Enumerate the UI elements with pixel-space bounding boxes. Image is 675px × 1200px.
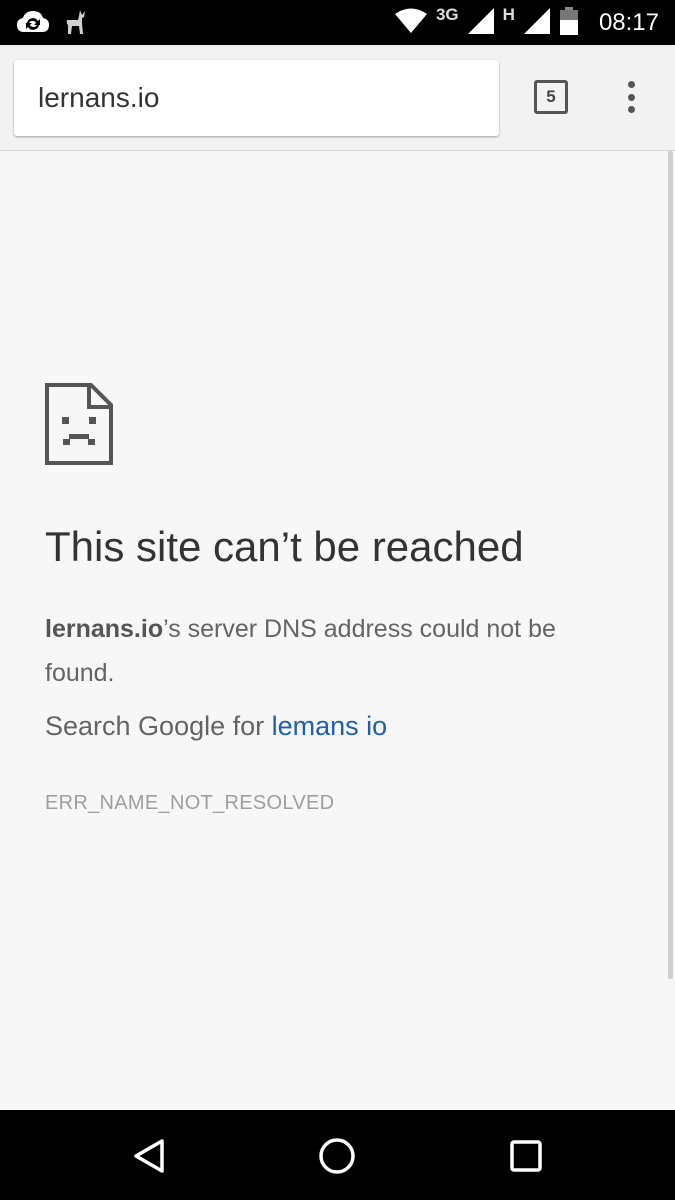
more-vert-icon[interactable] (620, 77, 642, 117)
network-type-h: H (502, 5, 515, 24)
clock: 08:17 (598, 9, 659, 36)
scrollbar[interactable] (668, 151, 673, 979)
error-code: ERR_NAME_NOT_RESOLVED (45, 792, 335, 814)
navigation-bar (0, 1110, 675, 1200)
search-google-link[interactable]: lemans io (272, 711, 388, 741)
signal-h-icon (523, 7, 551, 40)
status-bar: 3G H 08:17 (0, 0, 675, 45)
network-type-3g: 3G (435, 5, 459, 24)
url-text: lernans.io (38, 82, 160, 113)
error-title: This site can’t be reached (45, 523, 524, 570)
recents-icon[interactable] (505, 1135, 547, 1177)
deer-icon (62, 8, 90, 41)
tab-count: 5 (546, 87, 556, 106)
search-suggestion: Search Google for lemans io (45, 711, 387, 742)
wifi-icon (394, 8, 428, 39)
signal-3g-icon (467, 7, 495, 40)
search-prefix: Search Google for (45, 711, 272, 741)
tab-switcher-button[interactable]: 5 (534, 80, 568, 114)
back-icon[interactable] (128, 1135, 170, 1177)
cloud-sync-icon (16, 8, 50, 41)
error-page: This site can’t be reached lernans.io’s … (0, 151, 675, 1110)
browser-toolbar: lernans.io 5 (0, 45, 675, 151)
home-icon[interactable] (316, 1135, 358, 1177)
error-description: lernans.io’s server DNS address could no… (45, 607, 605, 695)
battery-icon (559, 6, 579, 41)
error-host: lernans.io (45, 615, 164, 643)
url-bar[interactable]: lernans.io (14, 60, 499, 136)
sad-page-icon (45, 383, 113, 470)
